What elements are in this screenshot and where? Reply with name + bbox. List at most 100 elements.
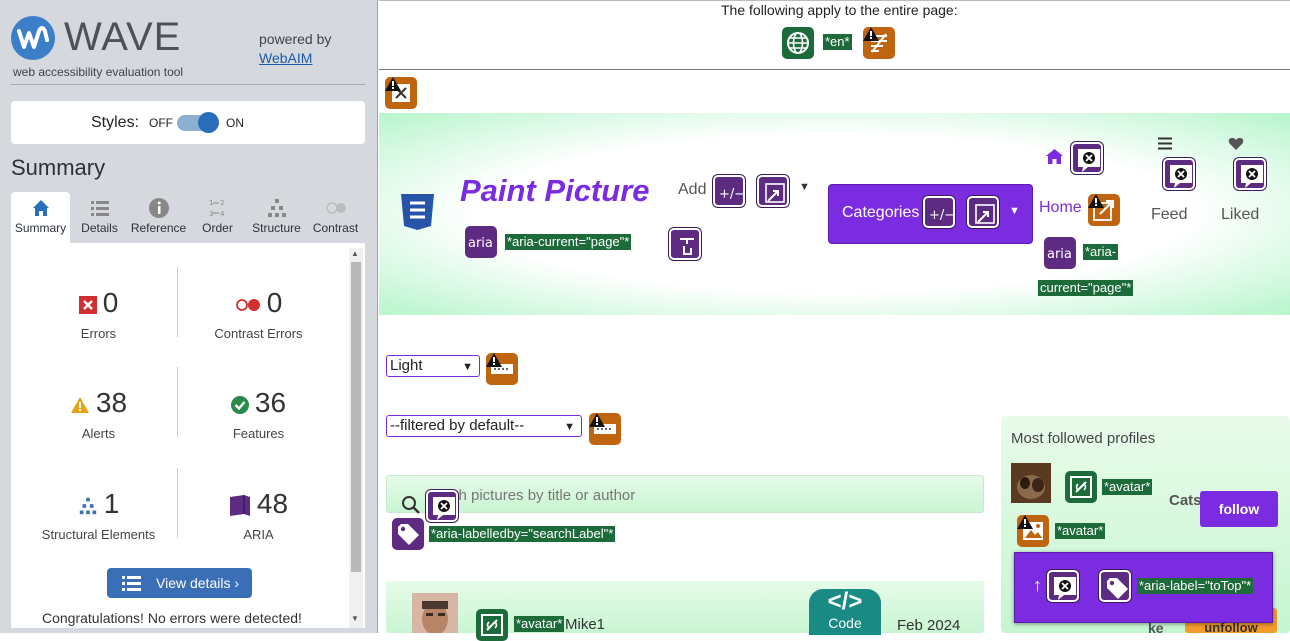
- aria-expanded-icon[interactable]: +/−: [923, 196, 955, 228]
- warning-icon: [1017, 515, 1033, 529]
- webaim-link[interactable]: WebAIM: [259, 50, 312, 66]
- summary-scrollbar[interactable]: ▲ ▼: [349, 248, 363, 628]
- avatar-alt-tag: *avatar*: [1055, 523, 1106, 539]
- profiles-heading: Most followed profiles: [1011, 430, 1156, 447]
- alerts-label: Alerts: [81, 426, 116, 441]
- code-badge[interactable]: </> Code: [809, 589, 881, 635]
- chevron-down-icon: ▼: [1009, 205, 1020, 217]
- back-to-top-button[interactable]: ↑ *aria-label="toTop"*: [1014, 552, 1273, 623]
- stat-structural[interactable]: 1 Structural Elements: [16, 487, 181, 542]
- stat-features[interactable]: 36 Features: [176, 386, 341, 441]
- empty-link-icon[interactable]: [1234, 158, 1266, 190]
- linked-image-icon[interactable]: [1065, 471, 1097, 503]
- tab-reference[interactable]: Reference: [129, 192, 188, 243]
- styles-on-label: ON: [226, 116, 244, 130]
- wave-tab-strip: Summary Details Reference 1234 Order Str…: [11, 192, 365, 243]
- tab-summary[interactable]: Summary: [11, 192, 70, 243]
- missing-label-alert-icon[interactable]: [486, 353, 518, 385]
- chevron-down-icon[interactable]: ▼: [799, 181, 810, 193]
- missing-label-alert-icon[interactable]: [589, 413, 621, 445]
- aria-popup-icon[interactable]: [757, 175, 789, 207]
- avatar-alt-tag: *avatar*: [1102, 479, 1153, 495]
- tab-label: Summary: [14, 221, 67, 235]
- css-logo-icon[interactable]: [399, 193, 436, 231]
- justified-text-alert-icon[interactable]: [863, 27, 895, 59]
- categories-button[interactable]: Categories +/− ▼: [829, 185, 1032, 243]
- empty-link-icon[interactable]: [1163, 158, 1195, 190]
- linked-image-icon[interactable]: [476, 609, 508, 641]
- scrollbar-thumb[interactable]: [351, 262, 361, 572]
- tab-order[interactable]: 1234 Order: [188, 192, 247, 243]
- missing-alt-alert-icon[interactable]: [385, 77, 417, 109]
- tab-label: Contrast: [312, 221, 359, 235]
- site-header: Paint Picture aria *aria-current="page"*…: [379, 113, 1290, 315]
- follow-button[interactable]: follow: [1200, 491, 1278, 527]
- home-icon: [32, 200, 49, 216]
- stat-aria[interactable]: 48 ARIA: [176, 487, 341, 542]
- profile-photo[interactable]: [1011, 463, 1051, 503]
- structural-count: 1: [103, 488, 120, 519]
- wave-sidebar: WAVE web accessibility evaluation tool p…: [0, 0, 378, 633]
- wave-wordmark: WAVE: [64, 15, 182, 59]
- svg-text:aria: aria: [468, 236, 493, 251]
- redundant-link-alert-icon[interactable]: [1088, 194, 1120, 226]
- empty-button-icon[interactable]: [1047, 570, 1079, 602]
- summary-heading: Summary: [11, 155, 106, 180]
- aria-labelledby-icon[interactable]: [392, 518, 424, 550]
- suspicious-alt-alert-icon[interactable]: [1017, 515, 1049, 547]
- errors-count: 0: [102, 287, 119, 318]
- tab-details[interactable]: Details: [70, 192, 129, 243]
- nav-feed-label[interactable]: Feed: [1151, 206, 1187, 224]
- structure-icon: [79, 497, 96, 514]
- alerts-count: 38: [95, 387, 128, 418]
- tab-label: Reference: [130, 221, 187, 235]
- home-icon[interactable]: [1045, 148, 1064, 165]
- empty-button-icon[interactable]: [426, 490, 458, 522]
- language-globe-icon[interactable]: [782, 27, 814, 59]
- post-card[interactable]: *avatar* Mike1 </> Code Feb 2024: [386, 581, 984, 641]
- tab-label: Details: [81, 221, 118, 235]
- categories-label: Categories: [842, 204, 920, 221]
- site-title[interactable]: Paint Picture: [460, 173, 650, 209]
- add-menu-label[interactable]: Add: [678, 181, 706, 199]
- arrow-up-icon: ↑: [1033, 575, 1042, 595]
- aria-current-tag: current="page"*: [1038, 280, 1134, 296]
- heart-icon[interactable]: [1228, 137, 1244, 151]
- filter-select[interactable]: --filtered by default-- ▼: [386, 415, 582, 437]
- warning-icon: [863, 27, 879, 41]
- svg-text:aria: aria: [1047, 247, 1072, 262]
- stat-errors[interactable]: 0 Errors: [16, 286, 181, 341]
- theme-select-value: Light: [390, 357, 423, 374]
- profile-name[interactable]: Cats: [1169, 489, 1202, 513]
- aria-label-tag: *aria-label="toTop"*: [1137, 578, 1254, 594]
- aria-icon[interactable]: aria: [465, 226, 497, 258]
- aria-tabindex-icon[interactable]: [669, 228, 701, 260]
- theme-select[interactable]: Light ▼: [386, 355, 480, 377]
- styles-toggle-switch[interactable]: [177, 112, 219, 133]
- aria-popup-icon[interactable]: [967, 196, 999, 228]
- tab-contrast[interactable]: Contrast: [306, 192, 365, 243]
- nav-home-link[interactable]: Home: [1039, 199, 1082, 217]
- aria-count: 48: [256, 488, 289, 519]
- tab-structure[interactable]: Structure: [247, 192, 306, 243]
- chevron-down-icon: ▼: [564, 421, 575, 433]
- post-author[interactable]: Mike1: [565, 616, 605, 633]
- aria-expanded-icon[interactable]: +/−: [713, 175, 745, 207]
- chevron-down-icon: ▼: [462, 361, 473, 373]
- search-input[interactable]: ch pictures by title or author: [386, 475, 984, 514]
- stat-alerts[interactable]: 38 Alerts: [16, 386, 181, 441]
- nav-liked-label[interactable]: Liked: [1221, 206, 1259, 224]
- aria-icon[interactable]: aria: [1044, 237, 1076, 269]
- features-label: Features: [232, 426, 285, 441]
- view-details-button[interactable]: View details ›: [107, 568, 252, 598]
- styles-label: Styles:: [91, 114, 140, 131]
- stat-contrast-errors[interactable]: 0 Contrast Errors: [176, 286, 341, 341]
- aria-label-icon[interactable]: [1099, 570, 1131, 602]
- warning-icon: [385, 77, 401, 91]
- scroll-up-icon[interactable]: ▲: [351, 249, 359, 258]
- empty-link-icon[interactable]: [1071, 142, 1103, 174]
- menu-icon[interactable]: [1157, 137, 1173, 150]
- toggle-knob[interactable]: [198, 112, 219, 133]
- aria-labelledby-tag: *aria-labelledby="searchLabel"*: [429, 526, 616, 542]
- scroll-down-icon[interactable]: ▼: [351, 614, 359, 623]
